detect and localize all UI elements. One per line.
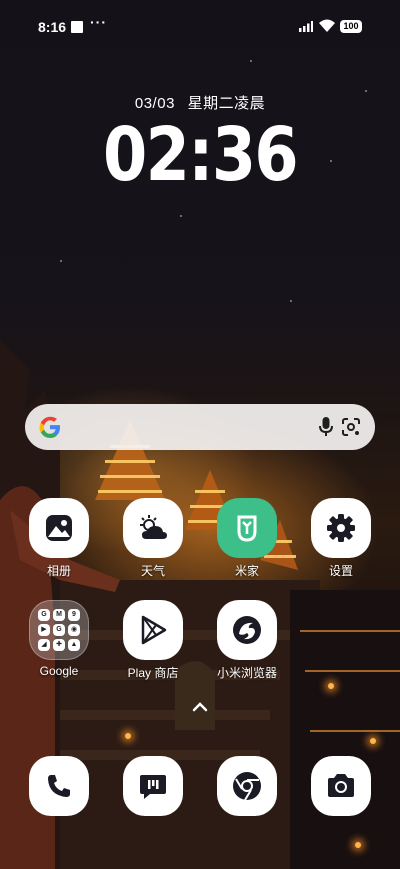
folder-app-icon: ▲ (68, 639, 80, 651)
play-store-icon[interactable] (123, 600, 183, 660)
app-label: Play 商店 (127, 666, 179, 680)
signal-icon (299, 21, 313, 32)
app-mi-browser[interactable]: 小米浏览器 (202, 600, 292, 681)
clock-date: 03/03 星期二凌晨 (0, 92, 400, 113)
app-label: 相册 (46, 564, 71, 578)
app-label: 天气 (140, 564, 165, 578)
app-label: Google (39, 664, 79, 678)
battery-icon: 100 (340, 20, 362, 33)
date-text: 03/03 (134, 95, 175, 112)
weather-icon[interactable] (123, 498, 183, 558)
weekday-text: 星期二凌晨 (187, 95, 266, 112)
google-logo-icon (39, 416, 60, 438)
dock-messages[interactable] (108, 756, 198, 816)
app-weather[interactable]: 天气 (108, 498, 198, 579)
mijia-icon[interactable] (217, 498, 277, 558)
folder-app-icon: ◉ (68, 624, 80, 636)
app-settings[interactable]: 设置 (296, 498, 386, 579)
folder-app-icon: G (53, 624, 65, 636)
wifi-icon (319, 19, 335, 32)
google-search-bar[interactable] (25, 404, 375, 450)
app-play-store[interactable]: Play 商店 (108, 600, 198, 681)
folder-google[interactable]: G M 9 ▶ G ◉ ◢ ✚ ▲ Google (14, 600, 104, 678)
status-time: 8:16 (38, 19, 67, 35)
folder-app-icon: M (53, 609, 65, 621)
more-notifications-icon: ··· (90, 14, 107, 30)
google-lens-icon[interactable] (340, 416, 362, 438)
settings-gear-icon[interactable] (311, 498, 371, 558)
folder-app-icon: ✚ (53, 639, 65, 651)
folder-app-icon: ▶ (38, 624, 50, 636)
notification-icon (71, 21, 83, 33)
folder-app-icon: 9 (68, 609, 80, 621)
clock-time[interactable]: 02:36 (28, 112, 372, 198)
app-mijia[interactable]: 米家 (202, 498, 292, 579)
phone-icon[interactable] (29, 756, 89, 816)
google-folder-icon[interactable]: G M 9 ▶ G ◉ ◢ ✚ ▲ (29, 600, 89, 660)
app-gallery[interactable]: 相册 (14, 498, 104, 579)
folder-app-icon: ◢ (38, 639, 50, 651)
dock-camera[interactable] (296, 756, 386, 816)
messages-icon[interactable] (123, 756, 183, 816)
app-label: 设置 (328, 564, 353, 578)
dock-phone[interactable] (14, 756, 104, 816)
chrome-icon[interactable] (217, 756, 277, 816)
app-drawer-chevron-up-icon[interactable] (192, 702, 208, 712)
dock-chrome[interactable] (202, 756, 292, 816)
gallery-icon[interactable] (29, 498, 89, 558)
app-label: 米家 (234, 564, 259, 578)
mi-browser-icon[interactable] (217, 600, 277, 660)
camera-icon[interactable] (311, 756, 371, 816)
folder-app-icon: G (38, 609, 50, 621)
app-label: 小米浏览器 (216, 666, 277, 680)
status-bar: 8:16 ··· 100 (0, 0, 400, 48)
voice-search-icon[interactable] (318, 416, 334, 438)
